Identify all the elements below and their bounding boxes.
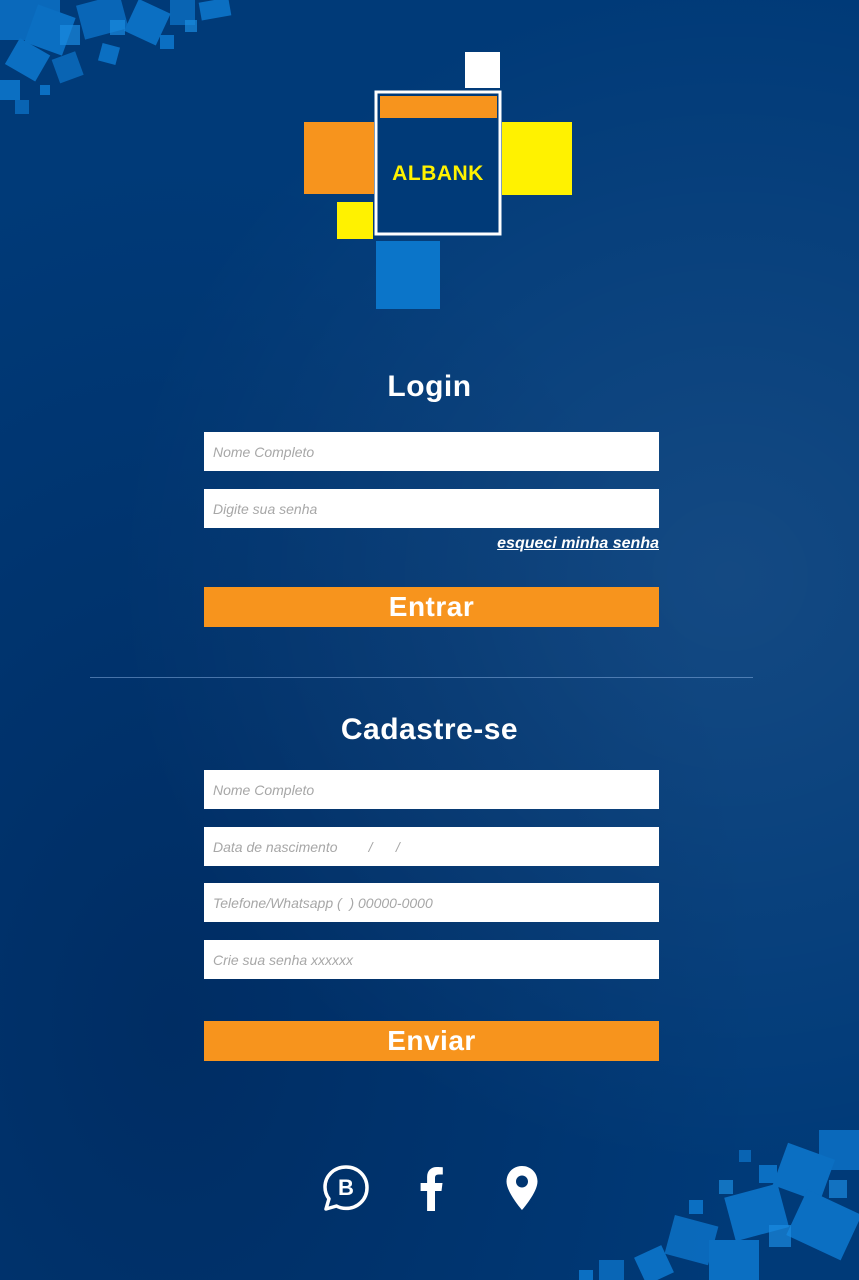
login-submit-button[interactable]: Entrar [204,587,659,627]
svg-text:ALBANK: ALBANK [392,162,484,185]
facebook-icon[interactable] [407,1163,457,1213]
login-password-input[interactable] [204,489,659,528]
login-name-input[interactable] [204,432,659,471]
corner-decoration-bottom-right [579,1130,859,1280]
signup-title: Cadastre-se [340,713,519,746]
section-divider [90,677,753,678]
signup-phone-input[interactable] [204,883,659,922]
corner-decoration-top-left [0,0,232,114]
signup-name-input[interactable] [204,770,659,809]
signup-submit-button[interactable]: Enviar [204,1021,659,1061]
svg-text:B: B [338,1175,354,1200]
signup-birthdate-input[interactable] [204,827,659,866]
location-pin-icon[interactable] [497,1163,547,1213]
signup-password-input[interactable] [204,940,659,979]
whatsapp-business-icon[interactable]: B [321,1163,371,1213]
login-title: Login [387,370,472,403]
forgot-password-link[interactable]: esqueci minha senha [497,535,659,553]
albank-logo: ALBANK [304,52,572,309]
